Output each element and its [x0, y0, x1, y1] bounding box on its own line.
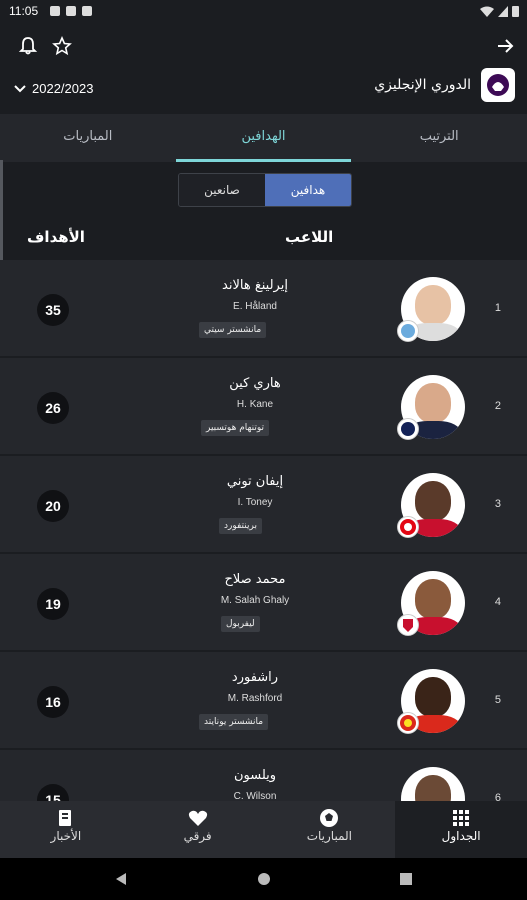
table-row[interactable]: 1 إيرلينغ هالاند E. Håland مانشستر سيتي …	[0, 260, 527, 356]
club-tag: مانشستر يونايتد	[199, 714, 269, 730]
goals-count: 16	[37, 686, 69, 718]
table-row[interactable]: 6 ويلسون C. Wilson 15	[0, 750, 527, 801]
table-row[interactable]: 5 راشفورد M. Rashford مانشستر يونايتد 16	[0, 652, 527, 748]
column-goals-header: الأهداف	[27, 228, 85, 246]
back-arrow-icon[interactable]	[491, 32, 519, 60]
player-avatar	[401, 767, 465, 801]
player-name-ar: ويلسون	[233, 768, 277, 783]
rank-number: 4	[494, 596, 501, 608]
system-home-icon[interactable]	[257, 872, 271, 886]
goals-count: 20	[37, 490, 69, 522]
club-badge-icon	[397, 614, 419, 636]
star-icon[interactable]	[48, 32, 76, 60]
segment-scorers[interactable]: هدافين	[265, 174, 351, 206]
table-row[interactable]: 3 إيفان توني I. Toney برينتفورد 20	[0, 456, 527, 552]
chevron-down-icon	[14, 84, 26, 92]
system-recents-icon[interactable]	[399, 872, 413, 886]
player-name-en: C. Wilson	[233, 791, 277, 801]
club-tag: ليفربول	[221, 616, 260, 632]
nav-tables-label: الجداول	[441, 829, 481, 843]
player-name-ar: راشفورد	[231, 670, 279, 685]
goals-count: 35	[37, 294, 69, 326]
player-name-en: M. Rashford	[227, 693, 283, 704]
player-name-en: M. Salah Ghaly	[220, 595, 290, 606]
club-badge-icon	[397, 516, 419, 538]
scorers-list: 1 إيرلينغ هالاند E. Håland مانشستر سيتي …	[0, 260, 527, 801]
tab-standings[interactable]: الترتيب	[351, 114, 527, 162]
nav-my-teams[interactable]: فرقي	[132, 801, 264, 858]
player-name-en: I. Toney	[237, 497, 273, 508]
wifi-icon	[480, 6, 494, 17]
table-row[interactable]: 2 هاري كين H. Kane توتنهام هوتسبير 26	[0, 358, 527, 454]
player-name-en: H. Kane	[236, 399, 274, 410]
column-player-header: اللاعب	[285, 228, 334, 246]
rank-number: 2	[494, 400, 501, 412]
ball-icon	[264, 807, 396, 829]
table-row[interactable]: 4 محمد صلاح M. Salah Ghaly ليفربول 19	[0, 554, 527, 650]
nav-matches-label: المباريات	[306, 829, 353, 843]
tab-scorers[interactable]: الهدافين	[175, 114, 352, 162]
status-notification-icons	[50, 6, 92, 16]
app-header: الدوري الإنجليزي 2022/2023	[0, 24, 527, 114]
nav-tables[interactable]: الجداول	[395, 801, 527, 858]
rank-number: 5	[494, 694, 501, 706]
nav-matches[interactable]: المباريات	[264, 801, 396, 858]
club-tag: توتنهام هوتسبير	[201, 420, 270, 436]
goals-count: 15	[37, 784, 69, 801]
nav-news[interactable]: الأخبار	[0, 801, 132, 858]
segment-control: صانعين هدافين	[178, 173, 352, 207]
goals-count: 26	[37, 392, 69, 424]
bottom-navigation: الأخبار فرقي المباريات الجداول	[0, 801, 527, 858]
rank-number: 1	[494, 302, 501, 314]
system-back-icon[interactable]	[114, 872, 128, 886]
signal-icon	[498, 5, 508, 17]
tab-bar: المباريات الهدافين الترتيب	[0, 114, 527, 162]
season-selector[interactable]: 2022/2023	[14, 81, 93, 96]
player-name-ar: محمد صلاح	[224, 572, 286, 587]
club-badge-icon	[397, 712, 419, 734]
heart-icon	[132, 807, 264, 829]
club-badge-icon	[397, 418, 419, 440]
club-badge-icon	[397, 320, 419, 342]
club-tag: برينتفورد	[219, 518, 262, 534]
grid-icon	[395, 807, 527, 829]
status-time: 11:05	[9, 4, 39, 18]
bell-icon[interactable]	[14, 32, 42, 60]
player-name-ar: هاري كين	[229, 376, 281, 391]
premier-league-logo	[481, 68, 515, 102]
status-right-icons	[480, 5, 519, 17]
goals-count: 19	[37, 588, 69, 620]
status-bar: 11:05	[0, 0, 527, 24]
club-tag: مانشستر سيتي	[199, 322, 267, 338]
player-name-en: E. Håland	[233, 301, 277, 312]
player-name-ar: إيفان توني	[226, 474, 284, 489]
battery-icon	[512, 6, 519, 17]
tab-matches[interactable]: المباريات	[0, 114, 176, 162]
system-navigation-bar	[0, 858, 527, 900]
rank-number: 3	[494, 498, 501, 510]
league-name: الدوري الإنجليزي	[374, 77, 471, 93]
season-label: 2022/2023	[32, 81, 94, 96]
nav-news-label: الأخبار	[50, 829, 82, 843]
segment-assists[interactable]: صانعين	[179, 174, 265, 206]
news-icon	[0, 807, 132, 829]
rank-number: 6	[494, 792, 501, 801]
league-selector[interactable]: الدوري الإنجليزي	[374, 68, 515, 102]
player-name-ar: إيرلينغ هالاند	[222, 278, 288, 293]
nav-my-teams-label: فرقي	[183, 829, 212, 843]
